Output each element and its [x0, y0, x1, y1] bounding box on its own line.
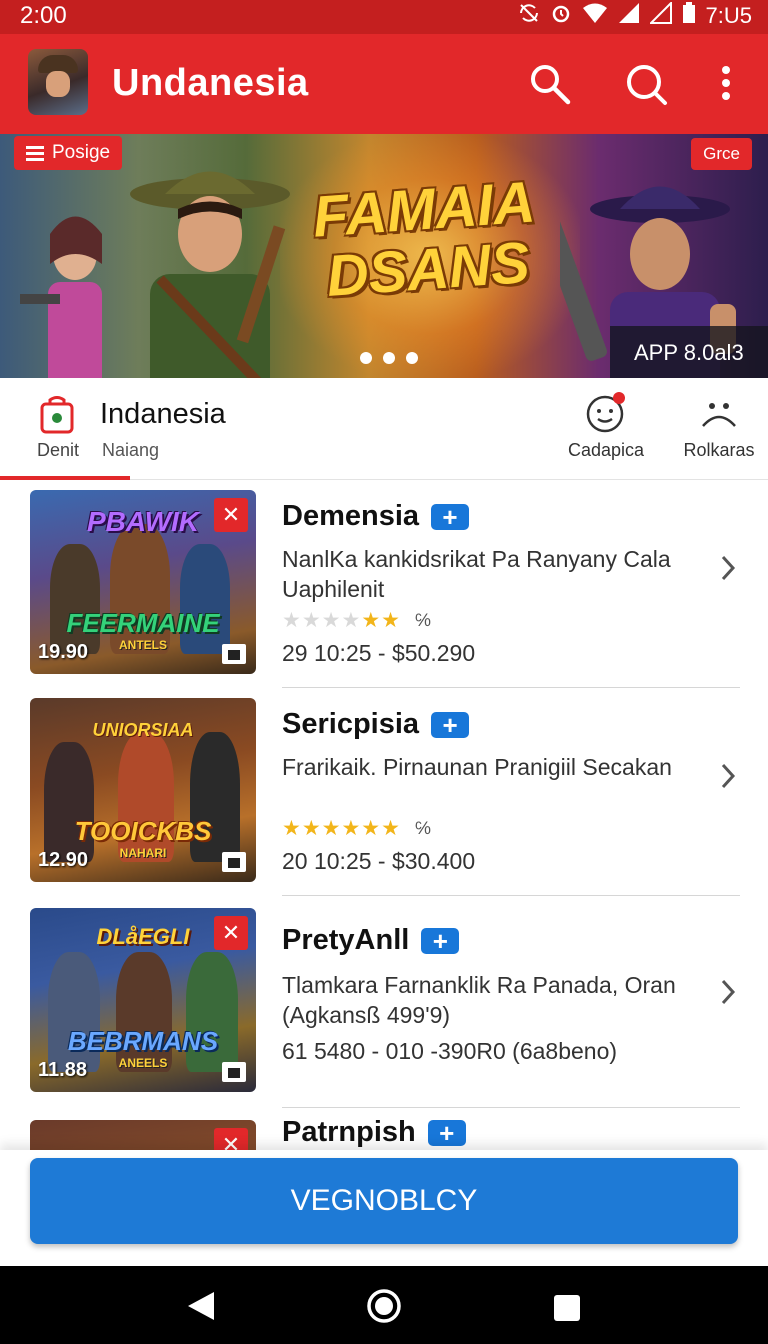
- pagination-dot[interactable]: [383, 352, 395, 364]
- thumb-price: 19.90: [38, 641, 89, 663]
- close-icon[interactable]: ✕: [214, 498, 248, 532]
- item-title-text: Patrnpish: [282, 1116, 416, 1148]
- game-thumbnail[interactable]: UNIORSIAA TOOICKBS NAHARI 12.90: [30, 698, 256, 882]
- category-tab-row: Denit Indanesia Naiang Cadapica Rolkaras: [0, 378, 768, 480]
- divider: [282, 895, 740, 896]
- item-meta: 29 10:25 - $50.290: [282, 640, 476, 666]
- close-icon[interactable]: ✕: [214, 1128, 248, 1150]
- add-icon[interactable]: +: [431, 711, 470, 738]
- item-rating: ★★★★★★ ℅: [282, 816, 431, 841]
- item-title[interactable]: PretyAnll +: [282, 924, 460, 957]
- battery-icon: [682, 2, 696, 30]
- thumb-subtitle: TOOICKBS: [74, 816, 212, 846]
- menu-icon: [26, 146, 44, 161]
- list-item[interactable]: ✕ Patrnpish +: [0, 1110, 768, 1150]
- item-meta: 61 5480 - 010 -390R0 (6a8beno): [282, 1038, 618, 1064]
- face-smile-icon: [586, 392, 625, 433]
- home-icon[interactable]: [366, 1288, 402, 1324]
- divider: [282, 1107, 740, 1108]
- add-icon[interactable]: +: [431, 503, 470, 530]
- tab-cadapica-label: Cadapica: [567, 440, 645, 460]
- recent-apps-icon[interactable]: [553, 1294, 581, 1322]
- rating-text: ℅: [414, 818, 431, 838]
- status-time: 2:00: [20, 2, 67, 29]
- thumb-price: 12.90: [38, 849, 89, 871]
- thumb-subtitle: FEERMAINE: [66, 608, 220, 638]
- tab-main-icon-label: Denit: [37, 440, 80, 460]
- signal-icon-2: [648, 0, 672, 30]
- more-vert-icon[interactable]: [704, 62, 748, 106]
- star-rating: ★★★★★★: [282, 609, 401, 632]
- alarm-icon: [550, 2, 572, 30]
- item-description: Tlamkara Farnanklik Ra Panada, Oran (Agk…: [282, 972, 676, 1028]
- item-title[interactable]: Sericpisia +: [282, 708, 470, 741]
- app-version-badge: APP 8.0al3: [610, 326, 768, 378]
- banner-character-left: [20, 216, 102, 378]
- item-title[interactable]: Patrnpish +: [282, 1116, 466, 1149]
- list-item[interactable]: DLåEGLI BEBRMANS ANEELS ✕ 11.88 PretyAnl…: [0, 898, 768, 1108]
- status-icons: 7:U5: [518, 0, 752, 30]
- face-sad-icon: [702, 403, 736, 427]
- tab-main-subtitle: Naiang: [102, 440, 160, 460]
- cart-icon[interactable]: [222, 644, 246, 664]
- item-meta: 20 10:25 - $30.400: [282, 848, 476, 874]
- add-icon[interactable]: +: [421, 927, 460, 954]
- promo-banner[interactable]: FAMAIA DSANS Posige Grce APP 8.0al3: [0, 134, 768, 378]
- back-icon[interactable]: [186, 1290, 216, 1322]
- search-icon[interactable]: [528, 62, 572, 106]
- item-title-text: Sericpisia: [282, 708, 420, 740]
- close-icon[interactable]: ✕: [214, 916, 248, 950]
- banner-chip-right[interactable]: Grce: [691, 138, 752, 170]
- item-rating: ★★★★★★ ℅: [282, 608, 431, 633]
- game-thumbnail[interactable]: DLåEGLI BEBRMANS ANEELS ✕ 11.88: [30, 908, 256, 1092]
- system-nav-bar: [0, 1266, 768, 1344]
- game-list: PBAWIK FEERMAINE ANTELS ✕ 19.90 Demensia…: [0, 480, 768, 1150]
- shopping-bag-icon[interactable]: [40, 396, 74, 434]
- banner-title: FAMAIA DSANS: [292, 169, 560, 309]
- game-thumbnail[interactable]: PBAWIK FEERMAINE ANTELS ✕ 19.90: [30, 490, 256, 674]
- banner-chip-menu[interactable]: Posige: [14, 136, 123, 170]
- chevron-right-icon[interactable]: [718, 554, 738, 582]
- no-sync-icon: [518, 2, 540, 30]
- tab-rolkaras-label: Rolkaras: [683, 440, 755, 460]
- star-rating: ★★★★★★: [282, 817, 401, 840]
- chevron-right-icon[interactable]: [718, 762, 738, 790]
- app-bar: Undanesia: [0, 34, 768, 134]
- cta-container: VEGNOBLCY: [0, 1150, 768, 1266]
- thumb-price: 11.88: [38, 1059, 87, 1081]
- search-icon-2[interactable]: [624, 62, 668, 106]
- cart-icon[interactable]: [222, 852, 246, 872]
- pagination-dot[interactable]: [406, 352, 418, 364]
- tab-main-title[interactable]: Indanesia: [100, 398, 226, 431]
- banner-chip-menu-label: Posige: [52, 142, 111, 163]
- item-description: NanlKa kankidsrikat Pa Ranyany Cala Uaph…: [282, 546, 671, 602]
- chevron-right-icon[interactable]: [718, 978, 738, 1006]
- wifi-icon: [582, 2, 608, 30]
- game-thumbnail[interactable]: ✕: [30, 1120, 256, 1150]
- item-title-text: Demensia: [282, 500, 420, 532]
- cart-icon[interactable]: [222, 1062, 246, 1082]
- item-title[interactable]: Demensia +: [282, 500, 470, 533]
- thumb-title: UNIORSIAA: [92, 720, 194, 740]
- status-bar: 2:00 7:U5: [0, 0, 768, 34]
- item-title-text: PretyAnll: [282, 924, 410, 956]
- primary-cta-button[interactable]: VEGNOBLCY: [30, 1158, 738, 1244]
- list-item[interactable]: UNIORSIAA TOOICKBS NAHARI 12.90 Sericpis…: [0, 688, 768, 896]
- app-title: Undanesia: [112, 62, 309, 104]
- battery-text: 7:U5: [705, 3, 752, 28]
- tab-rolkaras[interactable]: Rolkaras: [682, 392, 756, 461]
- tab-cadapica[interactable]: Cadapica: [566, 392, 646, 461]
- signal-icon: [618, 2, 640, 30]
- thumb-subtitle: BEBRMANS: [67, 1026, 219, 1056]
- pagination-dot[interactable]: [360, 352, 372, 364]
- item-description: Frarikaik. Pirnaunan Pranigiil Secakan: [282, 754, 672, 780]
- banner-pagination[interactable]: [360, 352, 418, 364]
- add-icon[interactable]: +: [427, 1119, 466, 1146]
- app-avatar[interactable]: [28, 49, 88, 115]
- banner-character-main: [130, 171, 290, 378]
- list-item[interactable]: PBAWIK FEERMAINE ANTELS ✕ 19.90 Demensia…: [0, 480, 768, 688]
- rating-text: ℅: [414, 610, 431, 630]
